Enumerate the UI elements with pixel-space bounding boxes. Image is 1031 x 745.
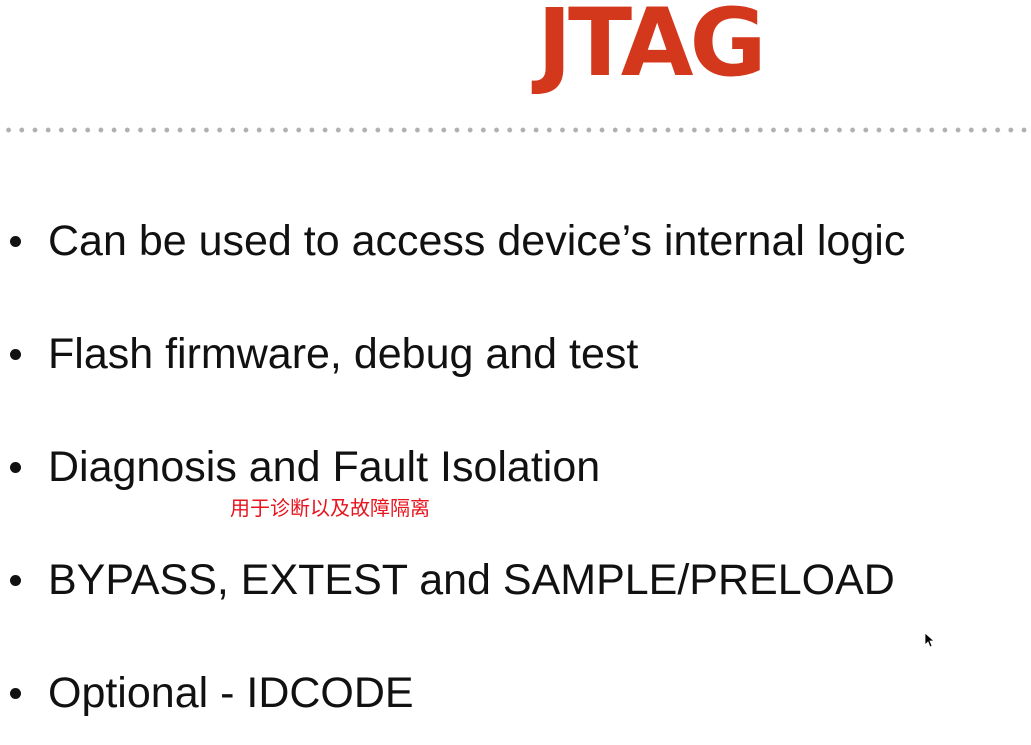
bullet-text: Flash firmware, debug and test	[48, 330, 639, 378]
bullet-dot-icon	[10, 236, 21, 247]
bullet-dot-icon	[10, 349, 21, 360]
chinese-annotation: 用于诊断以及故障隔离	[230, 496, 430, 520]
bullet-item: BYPASS, EXTEST and SAMPLE/PRELOAD	[0, 550, 1031, 610]
bullet-text: Diagnosis and Fault Isolation	[48, 443, 601, 491]
bullet-text: BYPASS, EXTEST and SAMPLE/PRELOAD	[48, 556, 895, 604]
mouse-pointer-icon	[924, 632, 934, 648]
bullet-item: Diagnosis and Fault Isolation	[0, 437, 1031, 497]
bullet-item: Can be used to access device’s internal …	[0, 211, 1031, 271]
dotted-divider	[2, 126, 1028, 134]
bullet-text: Optional - IDCODE	[48, 669, 414, 717]
slide: JTAG Can be used to access device’s inte…	[0, 0, 1031, 745]
bullet-item: Flash firmware, debug and test	[0, 324, 1031, 384]
bullet-dot-icon	[10, 462, 21, 473]
bullet-dot-icon	[10, 688, 21, 699]
bullet-dot-icon	[10, 575, 21, 586]
bullet-text: Can be used to access device’s internal …	[48, 217, 906, 265]
bullet-item: Optional - IDCODE	[0, 663, 1031, 723]
slide-title: JTAG	[537, 0, 767, 98]
